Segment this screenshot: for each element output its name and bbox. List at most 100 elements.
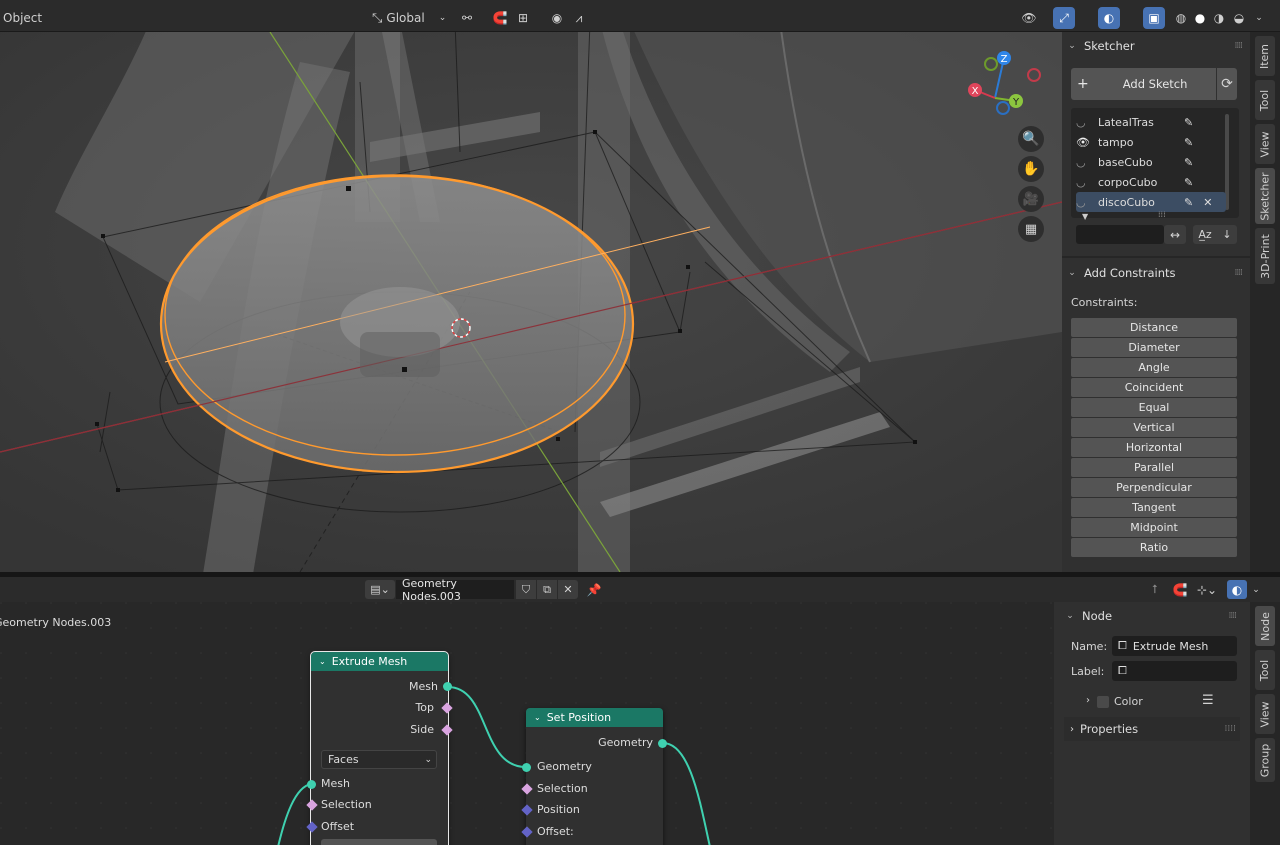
constraint-ratio-button[interactable]: Ratio (1071, 538, 1237, 557)
chevron-right-icon[interactable]: › (1086, 695, 1090, 706)
fake-user-shield-icon[interactable]: ⛉ (516, 580, 536, 599)
eye-icon[interactable]: 👁 (1076, 136, 1090, 149)
expand-list-icon[interactable]: ▼ (1082, 212, 1088, 221)
socket-input-geometry[interactable] (522, 763, 531, 772)
duplicate-icon[interactable]: ⧉ (537, 580, 557, 599)
sort-toggle-icon[interactable]: ↔ (1164, 225, 1186, 244)
constraint-horizontal-button[interactable]: Horizontal (1071, 438, 1237, 457)
pivot-icon[interactable]: ⚯ (456, 7, 478, 29)
node-header[interactable]: ⌄ Set Position (526, 708, 663, 727)
add-sketch-button[interactable]: + Add Sketch (1071, 68, 1216, 100)
visibility-icon[interactable]: 👁 (1018, 7, 1040, 29)
snap-target-icon[interactable]: ⊞ (512, 7, 534, 29)
socket-input-mesh[interactable] (307, 780, 316, 789)
constraint-perpendicular-button[interactable]: Perpendicular (1071, 478, 1237, 497)
list-item[interactable]: ◡ corpoCubo ✎ (1076, 172, 1226, 192)
eye-closed-icon[interactable]: ◡ (1076, 196, 1090, 209)
tab-tool[interactable]: Tool (1255, 650, 1275, 690)
node-name-field[interactable]: ⧠ Extrude Mesh (1112, 636, 1237, 656)
filter-input[interactable] (1076, 225, 1164, 244)
overlays-icon[interactable]: ◐ (1227, 580, 1247, 599)
chevron-down-icon[interactable]: ⌄ (1249, 580, 1263, 599)
overlays-icon[interactable]: ◐ (1098, 7, 1120, 29)
node-label-field[interactable]: ⧠ (1112, 661, 1237, 681)
grip-icon[interactable]: ⁞⁞⁞⁞ (1235, 41, 1244, 51)
chevron-down-icon[interactable]: ⌄ (534, 713, 541, 722)
tab-node[interactable]: Node (1255, 606, 1275, 646)
tab-tool[interactable]: Tool (1255, 80, 1275, 120)
mode-dropdown[interactable]: Faces ⌄ (321, 750, 437, 769)
list-item[interactable]: 👁 tampo ✎ (1076, 132, 1226, 152)
xray-icon[interactable]: ▣ (1143, 7, 1165, 29)
socket-output-mesh[interactable] (443, 682, 452, 691)
set-position-node[interactable]: ⌄ Set Position Geometry Geometry Selecti… (521, 708, 667, 845)
constraint-tangent-button[interactable]: Tangent (1071, 498, 1237, 517)
pin-icon[interactable]: 📌 (584, 580, 604, 599)
tab-3d-print[interactable]: 3D-Print (1255, 228, 1275, 284)
snap-icon[interactable]: 🧲 (1170, 580, 1190, 599)
snap-element-icon[interactable]: ⊹⌄ (1192, 580, 1222, 599)
constraint-distance-button[interactable]: Distance (1071, 318, 1237, 337)
tab-view[interactable]: View (1255, 694, 1275, 734)
camera-icon[interactable]: 🎥 (1018, 186, 1044, 212)
tab-item[interactable]: Item (1255, 36, 1275, 76)
pencil-icon[interactable]: ✎ (1184, 176, 1193, 189)
material-shading-icon[interactable]: ◑ (1208, 7, 1230, 29)
grip-icon[interactable]: ⁞⁞⁞⁞ (1225, 724, 1236, 734)
tab-group[interactable]: Group (1255, 738, 1275, 782)
shading-options-icon[interactable]: ⌄ (1248, 7, 1270, 29)
offset-scale-field[interactable] (321, 839, 437, 845)
eye-closed-icon[interactable]: ◡ (1076, 176, 1090, 189)
gizmo-icon[interactable]: ⤢ (1053, 7, 1075, 29)
rendered-shading-icon[interactable]: ◒ (1228, 7, 1250, 29)
constraint-angle-button[interactable]: Angle (1071, 358, 1237, 377)
resize-grip-icon[interactable]: ⁞⁞⁞ (1158, 210, 1166, 219)
socket-output-geometry[interactable] (658, 739, 667, 748)
node-tree-browse-icon[interactable]: ▤⌄ (365, 580, 395, 599)
node-editor-canvas[interactable]: Geometry Nodes.003 ⌄ Extrude Mesh Mesh T… (0, 602, 1054, 845)
sort-alpha-button[interactable]: A̲z ↓ (1193, 225, 1237, 244)
constraint-vertical-button[interactable]: Vertical (1071, 418, 1237, 437)
transform-orientation-dropdown[interactable]: ⤡ Global ⌄ (372, 8, 446, 28)
falloff-icon[interactable]: ⩘ (568, 7, 590, 29)
tab-view[interactable]: View (1255, 124, 1275, 164)
mode-selector[interactable]: Object (3, 8, 42, 28)
sketcher-panel-header[interactable]: ⌄ Sketcher ⁞⁞⁞⁞ (1066, 34, 1246, 58)
constraint-midpoint-button[interactable]: Midpoint (1071, 518, 1237, 537)
eye-closed-icon[interactable]: ◡ (1076, 156, 1090, 169)
pencil-icon[interactable]: ✎ (1184, 136, 1193, 149)
constraint-equal-button[interactable]: Equal (1071, 398, 1237, 417)
snap-icon[interactable]: 🧲 (489, 7, 511, 29)
node-tree-name-field[interactable]: Geometry Nodes.003 (396, 577, 514, 603)
constraints-panel-header[interactable]: ⌄ Add Constraints ⁞⁞⁞⁞ (1066, 261, 1246, 285)
zoom-icon[interactable]: 🔍 (1018, 126, 1044, 152)
extrude-mesh-node[interactable]: ⌄ Extrude Mesh Mesh Top Side Faces ⌄ Mes… (306, 651, 453, 845)
grip-icon[interactable]: ⁞⁞⁞⁞ (1235, 268, 1244, 278)
grip-icon[interactable]: ⁞⁞⁞⁞ (1229, 611, 1238, 621)
constraint-diameter-button[interactable]: Diameter (1071, 338, 1237, 357)
constraint-coincident-button[interactable]: Coincident (1071, 378, 1237, 397)
constraint-parallel-button[interactable]: Parallel (1071, 458, 1237, 477)
list-item-active[interactable]: ◡ discoCubo ✎ ✕ (1076, 192, 1226, 212)
list-item[interactable]: ◡ baseCubo ✎ (1076, 152, 1226, 172)
navigation-gizmo[interactable]: Z Y X (960, 48, 1046, 134)
pencil-icon[interactable]: ✎ (1184, 116, 1193, 129)
close-icon[interactable]: ✕ (1203, 196, 1212, 209)
chevron-down-icon[interactable]: ⌄ (319, 657, 326, 666)
list-presets-icon[interactable]: ☰ (1202, 693, 1214, 708)
refresh-icon[interactable]: ⟳ (1217, 68, 1237, 100)
eye-closed-icon[interactable]: ◡ (1076, 116, 1090, 129)
parent-tree-icon[interactable]: ⭡ (1145, 580, 1165, 599)
pencil-icon[interactable]: ✎ (1184, 196, 1193, 209)
node-header[interactable]: ⌄ Extrude Mesh (311, 652, 448, 671)
perspective-grid-icon[interactable]: ▦ (1018, 216, 1044, 242)
properties-panel-header[interactable]: › Properties ⁞⁞⁞⁞ (1064, 717, 1240, 741)
color-checkbox[interactable] (1097, 696, 1109, 708)
node-panel-header[interactable]: ⌄ Node ⁞⁞⁞⁞ (1064, 604, 1240, 628)
pan-hand-icon[interactable]: ✋ (1018, 156, 1044, 182)
proportional-editing-icon[interactable]: ◉ (546, 7, 568, 29)
unlink-close-icon[interactable]: ✕ (558, 580, 578, 599)
3d-viewport[interactable]: Z Y X 🔍 ✋ 🎥 ▦ (0, 32, 1062, 572)
tab-sketcher[interactable]: Sketcher (1255, 168, 1275, 224)
list-item[interactable]: ◡ LatealTras ✎ (1076, 112, 1226, 132)
